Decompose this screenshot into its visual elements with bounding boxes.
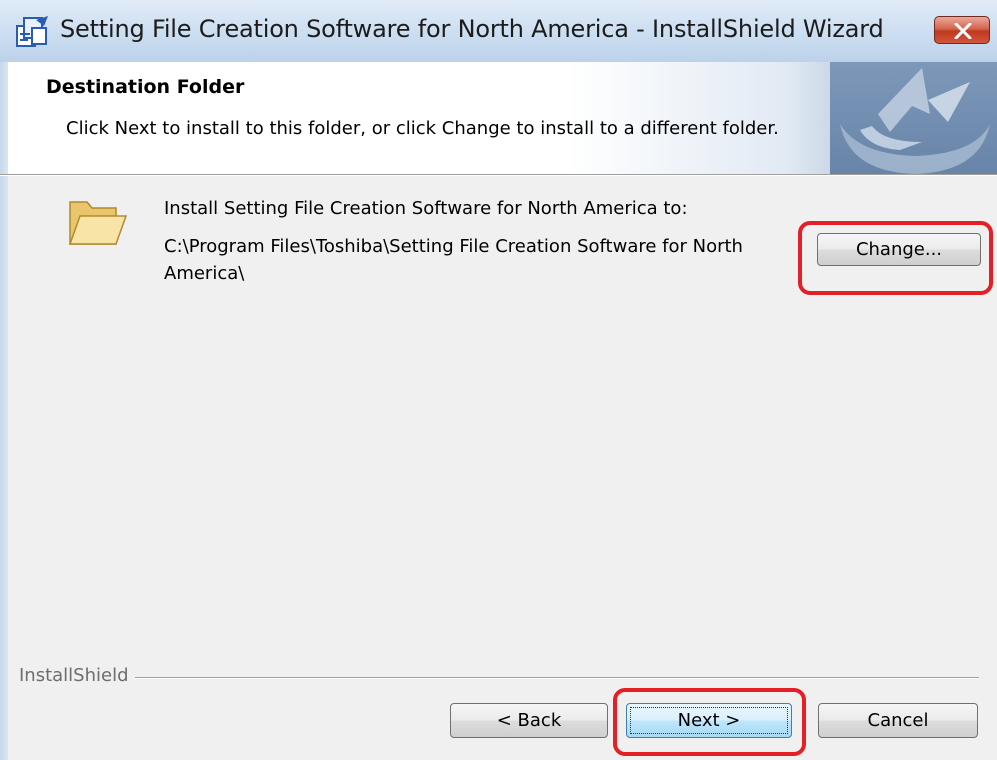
next-button[interactable]: Next >: [626, 703, 792, 738]
install-path-text: C:\Program Files\Toshiba\Setting File Cr…: [164, 236, 743, 284]
window-title: Setting File Creation Software for North…: [60, 15, 884, 43]
installshield-brand-label: InstallShield: [19, 665, 135, 686]
header-separator: [0, 174, 997, 176]
install-location-label: Install Setting File Creation Software f…: [164, 198, 688, 219]
cancel-button[interactable]: Cancel: [818, 703, 978, 738]
back-button[interactable]: < Back: [450, 703, 608, 738]
back-button-label: < Back: [496, 710, 562, 731]
window-frame-left: [0, 62, 8, 760]
next-button-label: Next >: [677, 710, 741, 731]
folder-icon: [68, 201, 128, 245]
installshield-banner-logo: [830, 62, 997, 174]
close-icon: [954, 23, 972, 39]
header-title: Destination Folder: [46, 76, 245, 98]
wizard-header: Destination Folder Click Next to install…: [8, 62, 997, 174]
change-folder-button[interactable]: Change...: [817, 233, 981, 266]
close-button[interactable]: [934, 16, 990, 44]
footer-separator: [19, 677, 979, 679]
header-description: Click Next to install to this folder, or…: [66, 118, 779, 139]
installshield-wizard-window: Setting File Creation Software for North…: [0, 0, 997, 760]
installer-app-icon: [16, 16, 48, 47]
change-button-label: Change...: [855, 239, 943, 260]
installshield-logo-icon: [840, 68, 990, 174]
cancel-button-label: Cancel: [867, 710, 929, 731]
title-bar[interactable]: Setting File Creation Software for North…: [0, 0, 997, 63]
